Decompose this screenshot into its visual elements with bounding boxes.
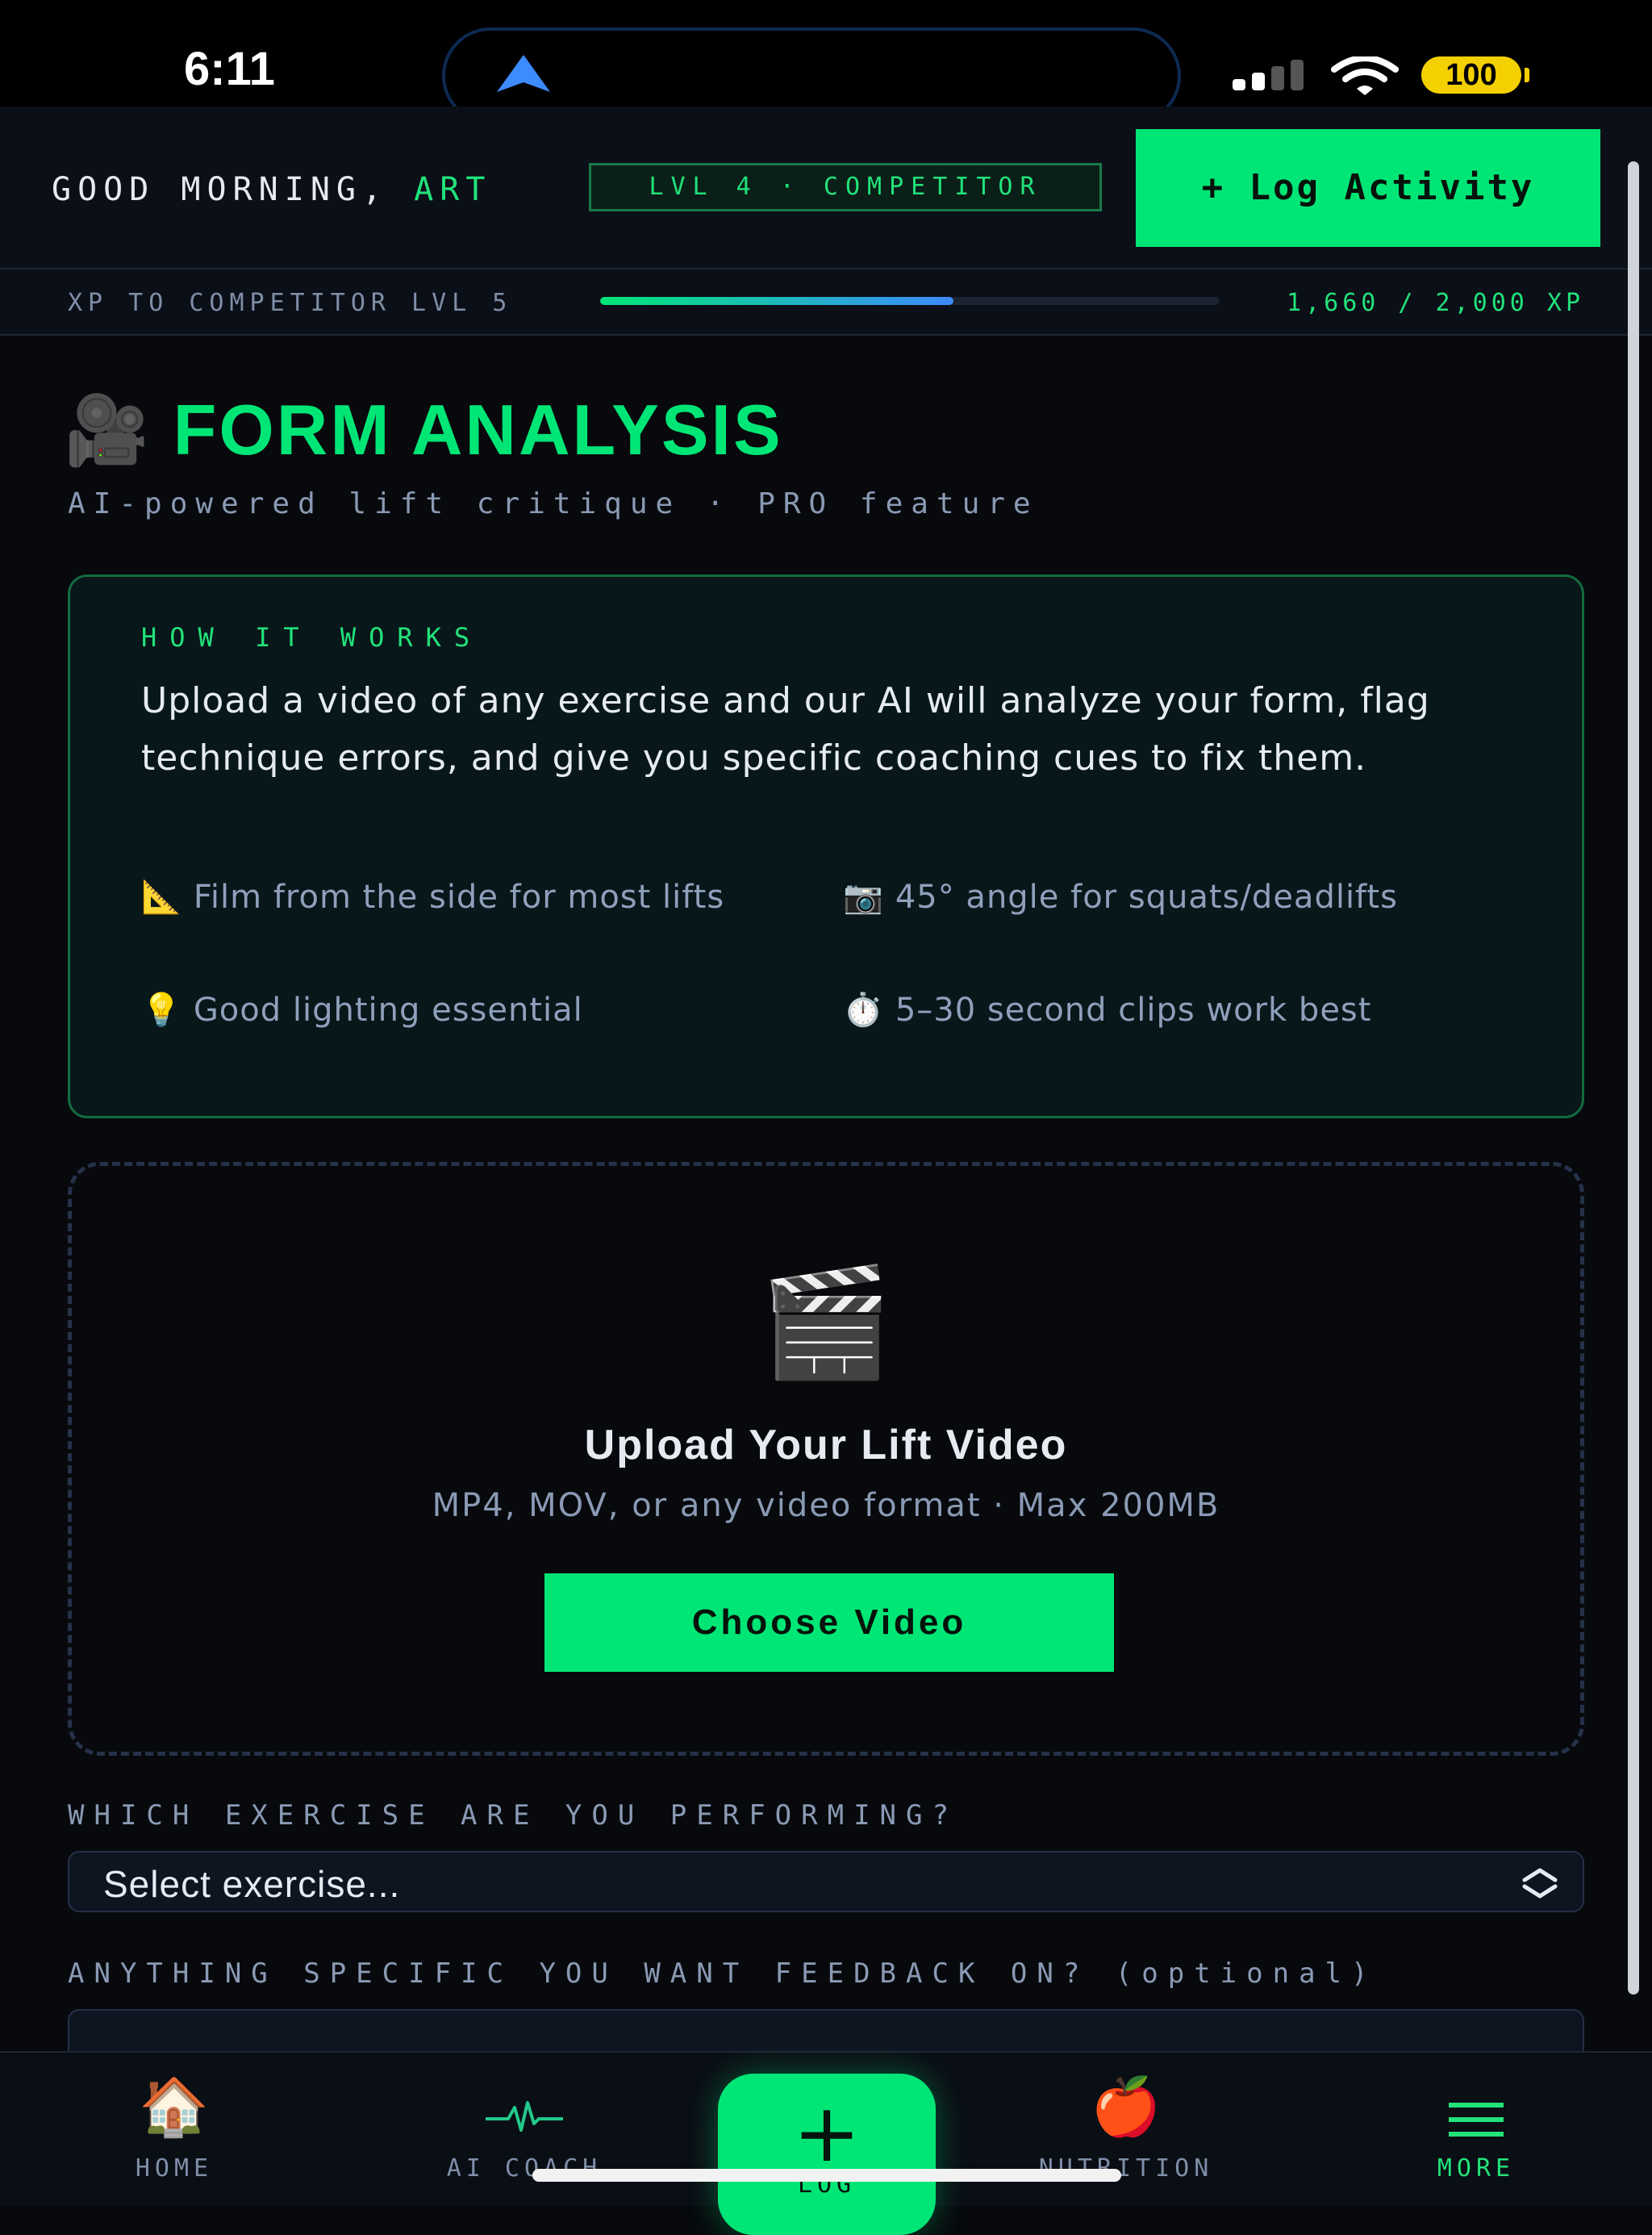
level-badge: LVL 4 · COMPETITOR bbox=[589, 163, 1102, 211]
navigation-arrow-icon bbox=[497, 55, 550, 92]
scrollbar[interactable] bbox=[1628, 161, 1639, 1995]
how-it-works-body: Upload a video of any exercise and our A… bbox=[141, 680, 1430, 779]
status-bar: 6:11 100 bbox=[0, 0, 1652, 124]
upload-hint: MP4, MOV, or any video format · Max 200M… bbox=[432, 1487, 1220, 1524]
home-indicator bbox=[532, 2169, 1121, 2182]
nav-log-button[interactable]: + LOG bbox=[718, 2074, 936, 2235]
tip-text: 45° angle for squats/deadlifts bbox=[895, 879, 1398, 916]
tip-text: Film from the side for most lifts bbox=[193, 879, 725, 916]
tip-clip-length: ⏱️ 5–30 second clips work best bbox=[843, 988, 1480, 1032]
log-activity-button[interactable]: + Log Activity bbox=[1136, 129, 1600, 247]
apple-icon: 🍎 bbox=[1091, 2074, 1162, 2140]
camera-icon: 📷 bbox=[843, 879, 884, 916]
how-it-works-card: HOW IT WORKS Upload a video of any exerc… bbox=[68, 574, 1584, 1118]
status-time: 6:11 bbox=[184, 43, 275, 95]
triangle-ruler-icon: 📐 bbox=[141, 879, 182, 916]
page-title: FORM ANALYSIS bbox=[173, 390, 783, 470]
updown-chevron-icon bbox=[1522, 1868, 1558, 1899]
nav-home-label: HOME bbox=[135, 2154, 214, 2183]
movie-camera-icon: 🎥 bbox=[65, 391, 149, 470]
exercise-select-label: WHICH EXERCISE ARE YOU PERFORMING? bbox=[68, 1799, 958, 1832]
nav-ai-coach[interactable]: AI COACH bbox=[419, 2053, 629, 2206]
wifi-icon bbox=[1331, 56, 1399, 95]
nav-nutrition[interactable]: 🍎 NUTRITION bbox=[1021, 2053, 1231, 2206]
xp-fill bbox=[600, 297, 953, 305]
battery-indicator: 100 bbox=[1421, 56, 1521, 94]
battery-tip bbox=[1525, 68, 1529, 82]
nav-home[interactable]: 🏠 HOME bbox=[69, 2053, 279, 2206]
user-name: ART bbox=[414, 171, 492, 208]
xp-value: 1,660 / 2,000 XP bbox=[1287, 289, 1584, 317]
page-title-row: 🎥 FORM ANALYSIS bbox=[65, 386, 783, 474]
how-it-works-heading: HOW IT WORKS bbox=[141, 622, 483, 653]
stopwatch-icon: ⏱️ bbox=[843, 992, 884, 1029]
tip-text: Good lighting essential bbox=[193, 992, 583, 1029]
cellular-signal-icon bbox=[1233, 60, 1304, 90]
greeting-prefix: GOOD MORNING, bbox=[52, 171, 415, 208]
tip-text: 5–30 second clips work best bbox=[895, 992, 1372, 1029]
nav-more-label: MORE bbox=[1437, 2154, 1516, 2183]
house-icon: 🏠 bbox=[139, 2074, 210, 2140]
clapper-board-icon: 🎬 bbox=[759, 1260, 893, 1385]
video-upload-dropzone[interactable]: 🎬 Upload Your Lift Video MP4, MOV, or an… bbox=[68, 1162, 1584, 1756]
upload-title: Upload Your Lift Video bbox=[584, 1422, 1068, 1468]
xp-track bbox=[600, 297, 1220, 305]
nav-more[interactable]: MORE bbox=[1371, 2053, 1581, 2206]
tip-lighting: 💡 Good lighting essential bbox=[141, 988, 778, 1032]
tip-angle: 📷 45° angle for squats/deadlifts bbox=[843, 875, 1480, 919]
menu-icon bbox=[1449, 2103, 1504, 2137]
page-subtitle: AI-powered lift critique · PRO feature bbox=[68, 487, 1039, 520]
lightbulb-icon: 💡 bbox=[141, 992, 182, 1029]
tip-film-side: 📐 Film from the side for most lifts bbox=[141, 875, 778, 919]
choose-video-button[interactable]: Choose Video bbox=[544, 1573, 1114, 1672]
exercise-select[interactable]: Select exercise... bbox=[68, 1851, 1584, 1912]
xp-label: XP TO COMPETITOR LVL 5 bbox=[68, 289, 513, 317]
feedback-label: ANYTHING SPECIFIC YOU WANT FEEDBACK ON? … bbox=[68, 1957, 1378, 1990]
plus-icon: + bbox=[793, 2086, 861, 2180]
app-header: GOOD MORNING, ART LVL 4 · COMPETITOR + L… bbox=[0, 107, 1652, 269]
exercise-select-value: Select exercise... bbox=[103, 1863, 401, 1905]
greeting: GOOD MORNING, ART bbox=[52, 171, 491, 208]
heartbeat-icon bbox=[486, 2101, 563, 2132]
xp-progress-bar: XP TO COMPETITOR LVL 5 1,660 / 2,000 XP bbox=[0, 269, 1652, 336]
